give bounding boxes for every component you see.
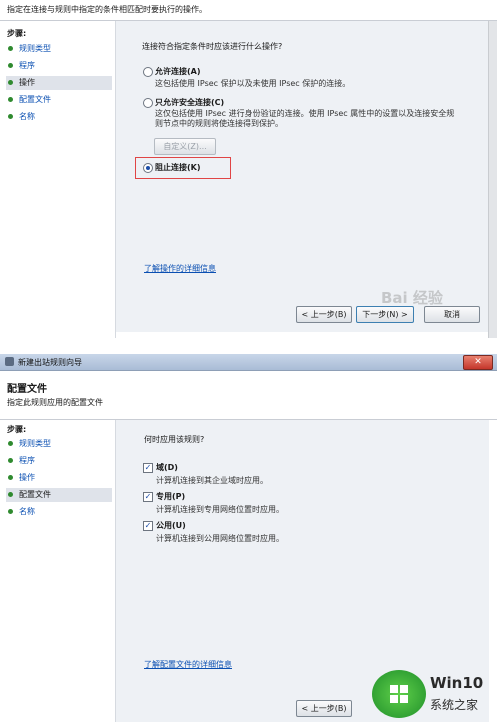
- step-label[interactable]: 操作: [19, 473, 35, 482]
- step-item[interactable]: 程序: [6, 454, 112, 468]
- public-label[interactable]: 公用(U): [156, 520, 186, 531]
- step-label[interactable]: 规则类型: [19, 44, 51, 53]
- block-connection-radio[interactable]: [143, 163, 153, 173]
- secure-connection-radio[interactable]: [143, 98, 153, 108]
- page-subtitle: 指定此规则应用的配置文件: [7, 398, 103, 407]
- allow-connection-radio[interactable]: [143, 67, 153, 77]
- learn-more-action-link[interactable]: 了解操作的详细信息: [144, 263, 216, 274]
- step-item[interactable]: 规则类型: [6, 437, 112, 451]
- step-item[interactable]: 操作: [6, 76, 112, 90]
- secure-connection-desc: 这仅包括使用 IPsec 进行身份验证的连接。使用 IPsec 属性中的设置以及…: [155, 109, 455, 128]
- panel-gap: [0, 338, 497, 354]
- step-label[interactable]: 规则类型: [19, 439, 51, 448]
- baidu-watermark: Bai 经验: [381, 289, 443, 307]
- step-label[interactable]: 名称: [19, 112, 35, 121]
- private-desc: 计算机连接到专用网络位置时应用。: [156, 505, 284, 514]
- step-bullet-icon: [8, 491, 13, 497]
- profile-wizard-window: 新建出站规则向导 ✕ 配置文件 指定此规则应用的配置文件 步骤: 规则类型程序操…: [0, 354, 497, 722]
- action-question: 连接符合指定条件时应该进行什么操作?: [142, 42, 283, 51]
- page-header: 配置文件 指定此规则应用的配置文件: [0, 371, 497, 420]
- page-description: 指定在连接与规则中指定的条件相匹配时要执行的操作。: [7, 5, 207, 14]
- step-label[interactable]: 配置文件: [19, 95, 51, 104]
- step-label[interactable]: 名称: [19, 507, 35, 516]
- watermark-title: Win10: [430, 674, 484, 692]
- steps-title: 步骤:: [7, 29, 27, 38]
- step-bullet-icon: [8, 113, 13, 119]
- cancel-button[interactable]: 取消: [424, 306, 480, 323]
- step-bullet-icon: [8, 79, 13, 85]
- domain-checkbox[interactable]: ✓: [143, 463, 153, 473]
- back-button[interactable]: < 上一步(B): [296, 306, 352, 323]
- domain-desc: 计算机连接到其企业域时应用。: [156, 476, 268, 485]
- step-bullet-icon: [8, 508, 13, 514]
- win10-logo: [372, 670, 426, 718]
- learn-more-profile-link[interactable]: 了解配置文件的详细信息: [144, 659, 232, 670]
- step-bullet-icon: [8, 457, 13, 463]
- action-wizard-page: 指定在连接与规则中指定的条件相匹配时要执行的操作。 步骤: 规则类型程序操作配置…: [0, 0, 497, 338]
- step-item[interactable]: 程序: [6, 59, 112, 73]
- public-checkbox[interactable]: ✓: [143, 521, 153, 531]
- private-label[interactable]: 专用(P): [156, 491, 185, 502]
- next-button[interactable]: 下一步(N) >: [356, 306, 414, 323]
- secure-connection-label[interactable]: 只允许安全连接(C): [155, 97, 224, 108]
- close-icon[interactable]: ✕: [463, 355, 493, 370]
- block-connection-label[interactable]: 阻止连接(K): [155, 162, 201, 173]
- allow-connection-desc: 这包括使用 IPsec 保护以及未使用 IPsec 保护的连接。: [155, 79, 351, 88]
- scrollbar[interactable]: [488, 21, 497, 338]
- steps-pane: 步骤: 规则类型程序操作配置文件名称: [0, 21, 116, 338]
- window-title: 新建出站规则向导: [18, 358, 82, 367]
- allow-connection-label[interactable]: 允许连接(A): [155, 66, 201, 77]
- step-item[interactable]: 规则类型: [6, 42, 112, 56]
- back-button[interactable]: < 上一步(B): [296, 700, 352, 717]
- step-bullet-icon: [8, 62, 13, 68]
- window-titlebar: 新建出站规则向导 ✕: [0, 354, 497, 371]
- step-item[interactable]: 名称: [6, 110, 112, 124]
- watermark-subtitle: 系统之家: [430, 698, 479, 712]
- step-item[interactable]: 名称: [6, 505, 112, 519]
- public-desc: 计算机连接到公用网络位置时应用。: [156, 534, 284, 543]
- step-label[interactable]: 操作: [19, 78, 35, 87]
- domain-label[interactable]: 域(D): [156, 462, 178, 473]
- step-label[interactable]: 配置文件: [19, 490, 51, 499]
- steps-title: 步骤:: [7, 425, 27, 434]
- step-bullet-icon: [8, 45, 13, 51]
- step-item[interactable]: 操作: [6, 471, 112, 485]
- windows-icon: [390, 685, 408, 703]
- step-label[interactable]: 程序: [19, 61, 35, 70]
- customize-button[interactable]: 自定义(Z)...: [154, 138, 216, 155]
- profile-question: 何时应用该规则?: [144, 435, 205, 444]
- step-bullet-icon: [8, 474, 13, 480]
- page-title: 配置文件: [7, 384, 47, 395]
- step-bullet-icon: [8, 96, 13, 102]
- step-bullet-icon: [8, 440, 13, 446]
- app-icon: [5, 357, 14, 366]
- step-item[interactable]: 配置文件: [6, 488, 112, 502]
- description-bar: 指定在连接与规则中指定的条件相匹配时要执行的操作。: [0, 0, 497, 21]
- private-checkbox[interactable]: ✓: [143, 492, 153, 502]
- step-label[interactable]: 程序: [19, 456, 35, 465]
- step-item[interactable]: 配置文件: [6, 93, 112, 107]
- content-pane: 连接符合指定条件时应该进行什么操作? 允许连接(A) 这包括使用 IPsec 保…: [116, 21, 489, 332]
- steps-pane: 步骤: 规则类型程序操作配置文件名称: [0, 420, 116, 722]
